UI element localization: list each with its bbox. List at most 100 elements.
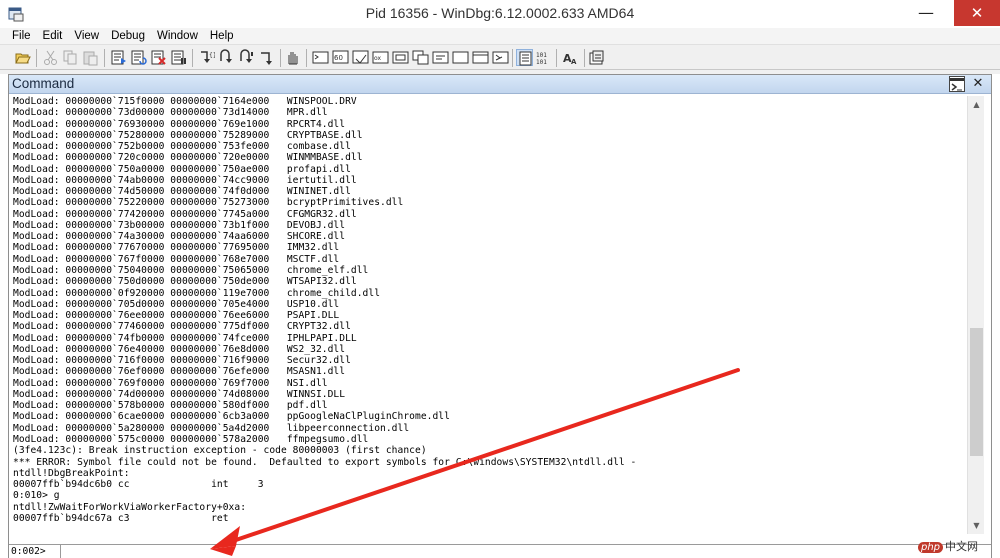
svg-text:101: 101 bbox=[536, 59, 547, 66]
hex-mode-icon[interactable] bbox=[516, 49, 533, 66]
call-stack-icon[interactable] bbox=[412, 49, 429, 66]
toolbar-separator bbox=[556, 49, 557, 67]
toolbar-separator bbox=[306, 49, 307, 67]
step-over-icon[interactable] bbox=[218, 49, 235, 66]
stop-icon[interactable] bbox=[150, 49, 167, 66]
svg-text:A: A bbox=[571, 58, 577, 66]
go-icon[interactable] bbox=[110, 49, 127, 66]
output-line: 0:010> g bbox=[13, 490, 60, 502]
output-line: ModLoad: 00000000`6cae0000 00000000`6cb3… bbox=[13, 411, 450, 423]
watermark: php 中文网 bbox=[918, 538, 978, 554]
title-bar: Pid 16356 - WinDbg:6.12.0002.633 AMD64 —… bbox=[0, 0, 1000, 28]
hand-icon[interactable] bbox=[284, 49, 301, 66]
command-window: Command ✕ ModLoad: 00000000`715f0000 000… bbox=[8, 74, 992, 558]
step-into-icon[interactable]: {} bbox=[198, 49, 215, 66]
output-line: ModLoad: 00000000`76e40000 00000000`76e8… bbox=[13, 343, 346, 355]
output-line: ModLoad: 00000000`74d00000 00000000`74d0… bbox=[13, 388, 346, 400]
menu-help[interactable]: Help bbox=[204, 28, 240, 44]
output-line: ModLoad: 00000000`74fb0000 00000000`74fc… bbox=[13, 332, 357, 344]
output-line: ModLoad: 00000000`0f920000 00000000`119e… bbox=[13, 287, 381, 299]
command-input[interactable] bbox=[63, 545, 921, 558]
output-line: ModLoad: 00000000`5a280000 00000000`5a4d… bbox=[13, 422, 410, 434]
step-out-icon[interactable] bbox=[238, 49, 255, 66]
open-icon[interactable] bbox=[14, 49, 31, 66]
minimize-button[interactable]: — bbox=[904, 0, 948, 26]
cut-icon[interactable] bbox=[42, 49, 59, 66]
output-line: ModLoad: 00000000`76930000 00000000`769e… bbox=[13, 118, 346, 130]
output-line: *** ERROR: Symbol file could not be foun… bbox=[13, 456, 637, 468]
menu-edit[interactable]: Edit bbox=[37, 28, 69, 44]
vertical-scrollbar[interactable]: ▲ ▼ bbox=[967, 96, 984, 534]
output-line: ModLoad: 00000000`767f0000 00000000`768e… bbox=[13, 253, 340, 265]
watermark-logo: php bbox=[918, 542, 944, 553]
scratch-pad-icon[interactable] bbox=[452, 49, 469, 66]
menu-file[interactable]: File bbox=[6, 28, 37, 44]
memory-icon[interactable] bbox=[392, 49, 409, 66]
output-line: ModLoad: 00000000`77460000 00000000`775d… bbox=[13, 321, 351, 333]
output-line: ModLoad: 00000000`575c0000 00000000`578a… bbox=[13, 433, 369, 445]
watch-icon[interactable]: 60 bbox=[332, 49, 349, 66]
command-window-header: Command ✕ bbox=[9, 75, 991, 94]
font-size-icon[interactable]: 101 101 bbox=[536, 49, 553, 66]
processes-icon[interactable] bbox=[472, 49, 489, 66]
toolbar-separator bbox=[280, 49, 281, 67]
command-input-row: 0:002> bbox=[9, 544, 991, 558]
svg-text:60: 60 bbox=[334, 54, 343, 62]
output-line: ModLoad: 00000000`720c0000 00000000`720e… bbox=[13, 152, 363, 164]
toolbar-separator bbox=[104, 49, 105, 67]
output-line: ModLoad: 00000000`76ee0000 00000000`76ee… bbox=[13, 310, 340, 322]
output-line: ModLoad: 00000000`578b0000 00000000`580d… bbox=[13, 400, 328, 412]
output-line: ModLoad: 00000000`75220000 00000000`7527… bbox=[13, 197, 404, 209]
menu-bar: File Edit View Debug Window Help bbox=[0, 28, 1000, 44]
menu-debug[interactable]: Debug bbox=[105, 28, 151, 44]
paste-icon[interactable] bbox=[82, 49, 99, 66]
watermark-text: 中文网 bbox=[945, 540, 979, 553]
run-to-cursor-icon[interactable] bbox=[258, 49, 275, 66]
command-output: ModLoad: 00000000`715f0000 00000000`7164… bbox=[13, 96, 965, 548]
command-window-close-button[interactable]: ✕ bbox=[969, 75, 987, 93]
output-line: ModLoad: 00000000`74a30000 00000000`74aa… bbox=[13, 231, 346, 243]
registers-icon[interactable]: ox bbox=[372, 49, 389, 66]
svg-text:ox: ox bbox=[374, 55, 381, 62]
break-icon[interactable] bbox=[170, 49, 187, 66]
output-line: 00007ffb`b94dc67a c3 ret bbox=[13, 512, 229, 524]
svg-text:101: 101 bbox=[536, 52, 547, 59]
scroll-up-arrow-icon[interactable]: ▲ bbox=[968, 96, 985, 113]
output-line: ModLoad: 00000000`77420000 00000000`7745… bbox=[13, 208, 357, 220]
toolbar-separator bbox=[36, 49, 37, 67]
options-icon[interactable] bbox=[588, 49, 605, 66]
source-mode-icon[interactable] bbox=[492, 49, 509, 66]
disassembly-icon[interactable] bbox=[432, 49, 449, 66]
output-line: ModLoad: 00000000`750d0000 00000000`750d… bbox=[13, 276, 357, 288]
svg-text:{}: {} bbox=[209, 52, 215, 59]
menu-window[interactable]: Window bbox=[151, 28, 204, 44]
output-line: ModLoad: 00000000`769f0000 00000000`769f… bbox=[13, 377, 328, 389]
scroll-down-arrow-icon[interactable]: ▼ bbox=[968, 517, 985, 534]
copy-icon[interactable] bbox=[62, 49, 79, 66]
output-line: ntdll!ZwWaitForWorkViaWorkerFactory+0xa: bbox=[13, 501, 247, 513]
output-line: ModLoad: 00000000`73d00000 00000000`73d1… bbox=[13, 107, 328, 119]
output-line: ModLoad: 00000000`74d50000 00000000`74f0… bbox=[13, 186, 351, 198]
toolbar-separator bbox=[192, 49, 193, 67]
output-line: ModLoad: 00000000`752b0000 00000000`753f… bbox=[13, 141, 351, 153]
close-button[interactable]: ✕ bbox=[954, 0, 1000, 26]
output-line: ModLoad: 00000000`75280000 00000000`7528… bbox=[13, 129, 363, 141]
font-icon[interactable]: AA bbox=[562, 49, 579, 66]
toolbar-separator bbox=[512, 49, 513, 67]
command-prompt-icon[interactable] bbox=[949, 76, 965, 92]
output-line: 00007ffb`b94dc6b0 cc int 3 bbox=[13, 479, 264, 491]
toolbar: {} 60 ox 101101 AA bbox=[0, 44, 1000, 70]
locals-icon[interactable] bbox=[352, 49, 369, 66]
output-line: ModLoad: 00000000`73b00000 00000000`73b1… bbox=[13, 219, 346, 231]
command-icon[interactable] bbox=[312, 49, 329, 66]
output-line: (3fe4.123c): Break instruction exception… bbox=[13, 445, 427, 457]
restart-icon[interactable] bbox=[130, 49, 147, 66]
menu-view[interactable]: View bbox=[68, 28, 105, 44]
output-line: ModLoad: 00000000`74ab0000 00000000`74cc… bbox=[13, 174, 357, 186]
toolbar-separator bbox=[584, 49, 585, 67]
output-line: ModLoad: 00000000`75040000 00000000`7506… bbox=[13, 264, 369, 276]
scroll-thumb[interactable] bbox=[970, 328, 983, 457]
output-line: ModLoad: 00000000`76ef0000 00000000`76ef… bbox=[13, 366, 346, 378]
output-line: ModLoad: 00000000`77670000 00000000`7769… bbox=[13, 242, 340, 254]
output-line: ntdll!DbgBreakPoint: bbox=[13, 467, 130, 479]
